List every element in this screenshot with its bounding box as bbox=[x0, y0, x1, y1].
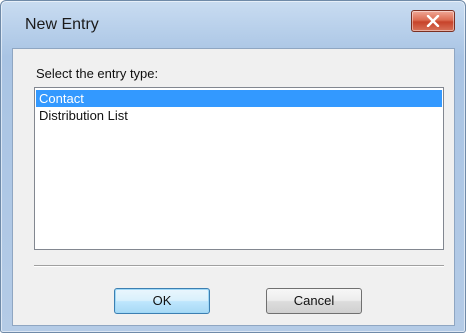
list-item-distribution-list[interactable]: Distribution List bbox=[36, 107, 442, 124]
entry-type-listbox[interactable]: Contact Distribution List bbox=[34, 87, 444, 250]
entry-type-prompt: Select the entry type: bbox=[36, 66, 159, 81]
window-title: New Entry bbox=[25, 16, 99, 33]
title-bar[interactable]: New Entry bbox=[1, 1, 465, 47]
dialog-body: Select the entry type: Contact Distribut… bbox=[12, 48, 455, 326]
close-button[interactable] bbox=[411, 10, 455, 32]
list-item-contact[interactable]: Contact bbox=[36, 90, 442, 107]
cancel-button[interactable]: Cancel bbox=[266, 288, 362, 314]
separator-line bbox=[34, 265, 444, 267]
close-icon bbox=[426, 15, 440, 27]
ok-button[interactable]: OK bbox=[114, 288, 210, 314]
new-entry-dialog: New Entry Select the entry type: Contact… bbox=[0, 0, 466, 333]
